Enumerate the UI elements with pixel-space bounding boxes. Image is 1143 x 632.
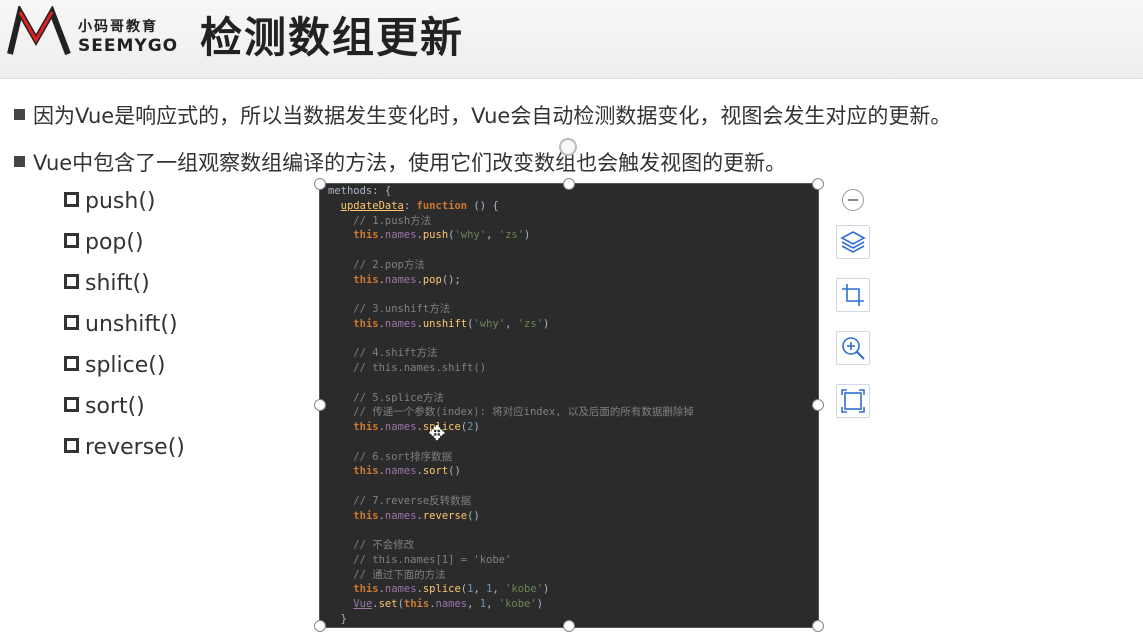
zoom-in-icon: [842, 337, 865, 360]
bullet-square-icon: [14, 109, 25, 120]
method-item: reverse(): [64, 432, 185, 473]
code-line: this.names.reverse(): [353, 509, 480, 522]
code-line: this.names.splice(2): [353, 421, 480, 433]
crop-icon: [842, 284, 864, 306]
code-line: // this.names[1] = 'kobe': [328, 553, 512, 566]
logo-en-text: SEEMYGO: [78, 36, 179, 56]
method-label: shift(): [85, 271, 150, 296]
method-label: pop(): [85, 230, 144, 255]
method-item: splice(): [64, 350, 185, 391]
crop-button[interactable]: [836, 278, 870, 312]
code-line: // 1.push方法: [328, 214, 432, 227]
code-line: // 不会修改: [328, 539, 415, 551]
method-list: push() pop() shift() unshift() splice() …: [64, 186, 185, 473]
code-line: // 5.splice方法: [328, 391, 444, 404]
layers-icon: [840, 231, 866, 253]
checkbox-square-icon: [64, 192, 79, 207]
move-cursor-icon: ✥: [428, 421, 446, 445]
bullet-square-icon: [14, 156, 25, 167]
code-screenshot-image[interactable]: methods: { updateData: function () { // …: [319, 183, 819, 628]
code-line: this.names.sort(): [353, 465, 461, 478]
zoom-out-icon[interactable]: [842, 189, 864, 211]
code-block: methods: { updateData: function () { // …: [328, 184, 694, 627]
resize-handle-top-right[interactable]: [812, 178, 824, 190]
code-line: // 6.sort排序数据: [328, 450, 453, 463]
method-item: pop(): [64, 227, 185, 268]
bullet-1-text: 因为Vue是响应式的，所以当数据发生变化时，Vue会自动检测数据变化，视图会发生…: [33, 104, 952, 128]
rotate-handle[interactable]: [559, 138, 577, 156]
seemygo-logo: 小码哥教育 SEEMYGO: [6, 3, 177, 62]
checkbox-square-icon: [64, 397, 79, 412]
checkbox-square-icon: [64, 233, 79, 248]
resize-handle-top[interactable]: [563, 178, 575, 190]
method-label: splice(): [85, 353, 166, 378]
method-label: sort(): [85, 394, 145, 419]
code-line: // 7.reverse反转数据: [328, 494, 472, 507]
fit-button[interactable]: [836, 384, 870, 418]
resize-handle-left[interactable]: [314, 399, 326, 411]
bullet-1: 因为Vue是响应式的，所以当数据发生变化时，Vue会自动检测数据变化，视图会发生…: [14, 100, 951, 130]
code-line: updateData: function () {: [340, 199, 499, 212]
code-line: }: [328, 612, 347, 625]
bullet-2-text: Vue中包含了一组观察数组编译的方法，使用它们改变数组也会触发视图的更新。: [33, 151, 787, 175]
code-line: this.names.pop();: [353, 273, 461, 286]
code-line: // 3.unshift方法: [328, 303, 451, 315]
checkbox-square-icon: [64, 274, 79, 289]
method-label: push(): [85, 189, 156, 214]
code-line: // 2.pop方法: [328, 258, 425, 271]
resize-handle-bottom[interactable]: [563, 620, 575, 632]
logo-m-icon: [7, 3, 71, 56]
method-label: reverse(): [85, 435, 185, 460]
code-line: this.names.push('why', 'zs'): [353, 229, 531, 242]
resize-handle-right[interactable]: [812, 399, 824, 411]
bullet-2: Vue中包含了一组观察数组编译的方法，使用它们改变数组也会触发视图的更新。: [14, 147, 786, 177]
checkbox-square-icon: [64, 356, 79, 371]
code-line: Vue.set(this.names, 1, 'kobe'): [353, 598, 544, 610]
checkbox-square-icon: [64, 315, 79, 330]
code-line: // 传递一个参数(index): 将对应index, 以及后面的所有数据删除掉: [328, 406, 694, 419]
method-item: unshift(): [64, 309, 185, 350]
method-item: push(): [64, 186, 185, 227]
method-item: shift(): [64, 268, 185, 309]
resize-handle-bottom-left[interactable]: [314, 620, 326, 632]
method-item: sort(): [64, 391, 185, 432]
logo-cn-text: 小码哥教育: [78, 19, 158, 35]
code-line: // 通过下面的方法: [328, 568, 446, 581]
method-label: unshift(): [85, 312, 178, 337]
code-line: // 4.shift方法: [328, 347, 438, 360]
code-line: this.names.unshift('why', 'zs'): [353, 317, 550, 330]
zoom-in-button[interactable]: [836, 331, 870, 365]
code-line: methods: {: [328, 185, 392, 197]
resize-handle-top-left[interactable]: [314, 178, 326, 190]
layers-button[interactable]: [836, 225, 870, 259]
header: 小码哥教育 SEEMYGO 检测数组更新: [0, 0, 1143, 79]
fit-icon: [841, 389, 865, 413]
code-line: // this.names.shift(): [328, 362, 487, 374]
code-line: this.names.splice(1, 1, 'kobe'): [353, 583, 550, 596]
page-title: 检测数组更新: [200, 13, 465, 62]
resize-handle-bottom-right[interactable]: [812, 620, 824, 632]
checkbox-square-icon: [64, 438, 79, 453]
